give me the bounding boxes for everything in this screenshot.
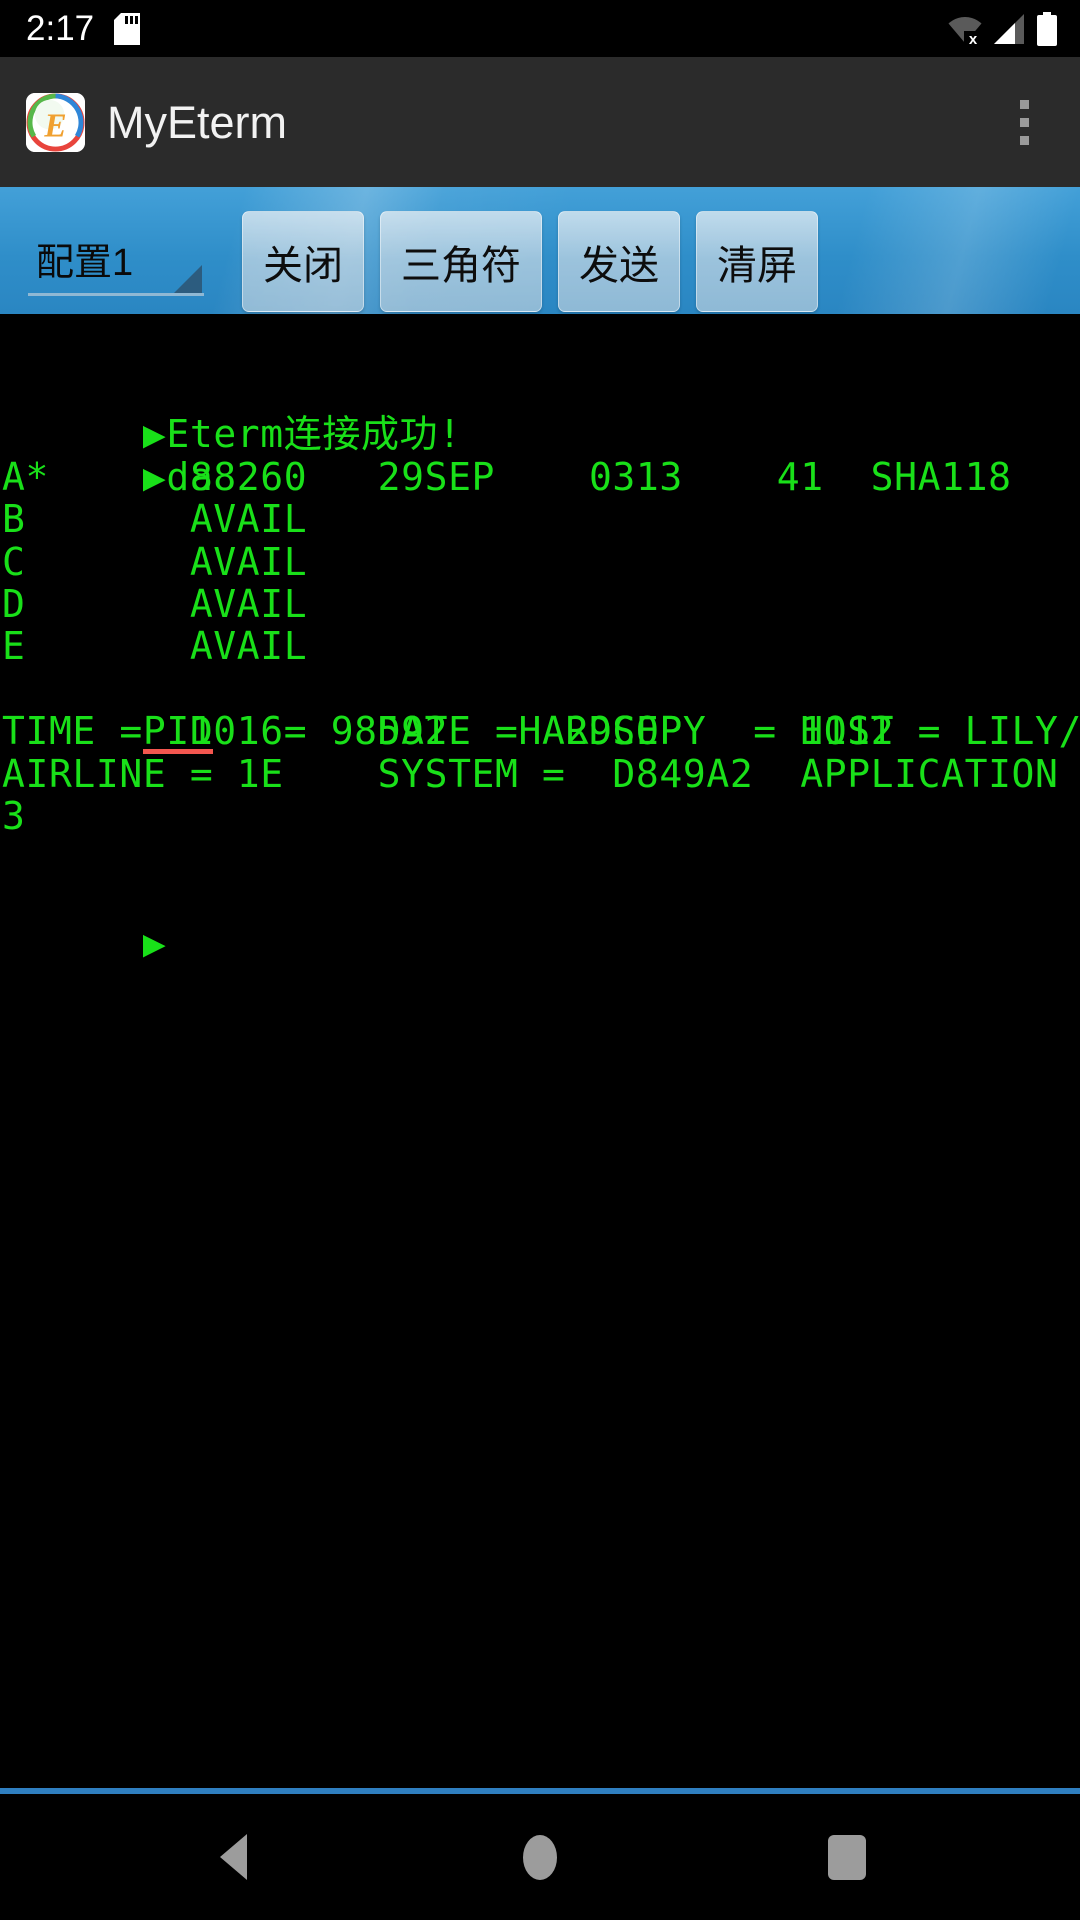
back-triangle-icon (219, 1834, 247, 1880)
app-title: MyEterm (107, 96, 287, 148)
battery-full-icon (1036, 11, 1058, 46)
toolbar-button-group: 关闭 三角符 发送 清屏 (242, 211, 818, 312)
terminal-line: C AVAIL (2, 539, 308, 584)
clear-screen-button[interactable]: 清屏 (696, 211, 818, 312)
send-button[interactable]: 发送 (558, 211, 680, 312)
config-spinner-label: 配置1 (36, 242, 134, 284)
terminal-output[interactable]: ▶Eterm连接成功! ▶da A* 88260 29SEP 0313 41 S… (0, 314, 1080, 1788)
status-bar-left: 2:17 (26, 9, 141, 48)
system-nav-bar (0, 1794, 1080, 1920)
terminal-line: AIRLINE = 1E SYSTEM = D849A2 APPLICATION… (2, 751, 1080, 796)
svg-text:E: E (43, 107, 66, 144)
terminal-line: D AVAIL (2, 581, 308, 626)
terminal-line: 3 (2, 793, 26, 838)
nav-recents-button[interactable] (777, 1794, 917, 1920)
status-clock: 2:17 (26, 9, 95, 48)
triangle-symbol-button[interactable]: 三角符 (380, 211, 542, 312)
close-button[interactable]: 关闭 (242, 211, 364, 312)
config-spinner[interactable]: 配置1 (14, 205, 214, 310)
dropdown-caret-icon (174, 265, 202, 293)
terminal-line-text: Eterm连接成功! (166, 412, 462, 457)
config-spinner-underline (28, 293, 204, 296)
nav-home-button[interactable] (470, 1794, 610, 1920)
terminal-line: B AVAIL (2, 497, 308, 542)
terminal-line: A* 88260 29SEP 0313 41 SHA118 (2, 454, 1012, 499)
recents-square-icon (827, 1834, 866, 1880)
prompt-triangle-icon: ▶ (142, 921, 167, 966)
cellular-signal-icon (993, 13, 1025, 45)
terminal-line: ▶Eterm连接成功! (0, 371, 1080, 455)
nav-back-button[interactable] (163, 1794, 303, 1920)
app-bar: E MyEterm (0, 57, 1080, 187)
terminal-line: E AVAIL (2, 624, 308, 669)
status-bar: 2:17 x (0, 0, 1080, 57)
overflow-menu-icon[interactable] (994, 82, 1054, 162)
sd-card-icon (114, 12, 141, 45)
terminal-line-cursor: ▶ (0, 880, 1080, 964)
prompt-triangle-icon: ▶ (142, 412, 167, 457)
svg-text:x: x (969, 31, 978, 45)
terminal-line-pid: PID = 98592 HARDCOPY = 1112 (0, 668, 1080, 752)
pid-label: PID (142, 709, 214, 754)
status-bar-right: x (948, 11, 1058, 46)
home-circle-icon (522, 1834, 557, 1880)
myeterm-app-icon: E (26, 92, 85, 152)
config-toolbar: 配置1 关闭 三角符 发送 清屏 (0, 187, 1080, 314)
phone-screen: 2:17 x E MyEterm 配置1 关闭 三角符 发送 清屏 ▶Eterm… (0, 0, 1080, 1920)
wifi-off-icon: x (948, 13, 982, 45)
